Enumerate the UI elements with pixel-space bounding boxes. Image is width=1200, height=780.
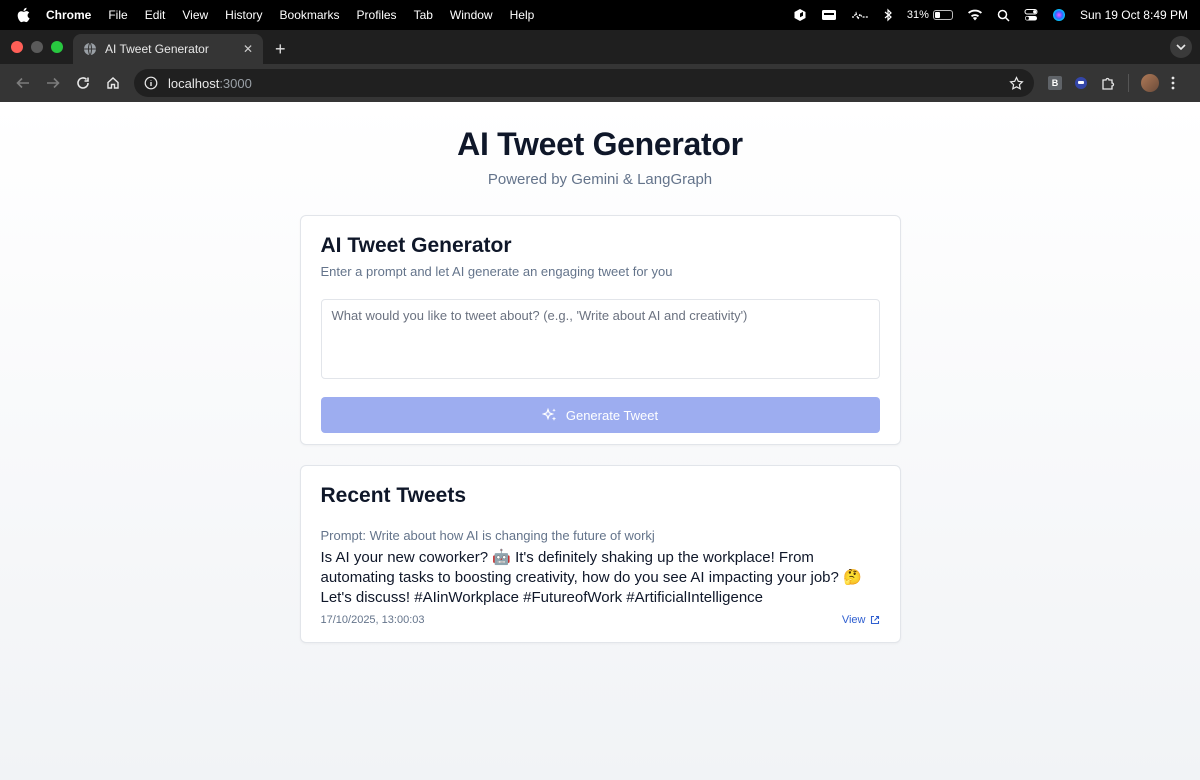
menu-tab[interactable]: Tab	[414, 8, 433, 22]
view-tweet-label: View	[841, 614, 866, 626]
arrow-right-icon	[47, 77, 60, 89]
macos-menubar: Chrome File Edit View History Bookmarks …	[0, 0, 1200, 30]
toolbar-divider	[1128, 74, 1129, 92]
prompt-input[interactable]	[320, 299, 880, 379]
sparkles-icon	[541, 407, 557, 421]
recent-tweets-card: Recent Tweets Prompt: Write about how AI…	[299, 465, 901, 643]
menu-chrome[interactable]: Chrome	[46, 8, 91, 22]
page-title: AI Tweet Generator	[457, 126, 743, 162]
new-tab-button[interactable]: +	[275, 40, 286, 58]
view-tweet-link[interactable]: View	[842, 614, 880, 626]
menu-bookmarks[interactable]: Bookmarks	[280, 8, 340, 22]
menu-view[interactable]: View	[182, 8, 208, 22]
back-button[interactable]	[8, 68, 38, 98]
generator-title: AI Tweet Generator	[320, 234, 512, 257]
chevron-down-icon	[1176, 44, 1186, 50]
extensions-area: B	[1048, 74, 1175, 92]
page-subtitle: Powered by Gemini & LangGraph	[487, 171, 713, 188]
battery-percent: 31%	[906, 9, 929, 21]
bluetooth-icon[interactable]	[883, 8, 893, 22]
window-controls	[0, 41, 73, 64]
bookmark-star-icon[interactable]	[1009, 75, 1024, 91]
close-window-button[interactable]	[11, 41, 23, 53]
generate-tweet-label: Generate Tweet	[565, 407, 659, 423]
home-button[interactable]	[98, 68, 128, 98]
site-info-icon[interactable]	[144, 76, 158, 90]
screen-icon[interactable]	[821, 9, 837, 21]
battery-icon	[932, 10, 953, 20]
url-port: :3000	[219, 75, 252, 91]
browser-toolbar: localhost:3000 B	[0, 64, 1200, 102]
reload-button[interactable]	[68, 68, 98, 98]
more-options-icon[interactable]	[1171, 76, 1175, 90]
puzzle-icon[interactable]	[1100, 75, 1116, 91]
spotlight-search-icon[interactable]	[997, 9, 1010, 22]
menu-history[interactable]: History	[225, 8, 262, 22]
menubar-status-area: 31% Sun 19 Oct 8:49 PM	[793, 8, 1188, 22]
tab-ai-tweet-generator[interactable]: AI Tweet Generator ✕	[73, 34, 263, 64]
menu-help[interactable]: Help	[510, 8, 535, 22]
reload-icon	[77, 77, 89, 89]
menu-edit[interactable]: Edit	[145, 8, 166, 22]
generator-card: AI Tweet Generator Enter a prompt and le…	[299, 215, 901, 445]
menu-profiles[interactable]: Profiles	[357, 8, 397, 22]
tweet-item: Prompt: Write about how AI is changing t…	[321, 528, 880, 626]
arrow-left-icon	[16, 77, 29, 89]
tab-title: AI Tweet Generator	[105, 42, 209, 56]
extension-chat-icon[interactable]	[1074, 76, 1088, 90]
extension-b-icon[interactable]: B	[1048, 76, 1062, 90]
browser-tabstrip: AI Tweet Generator ✕ +	[0, 30, 1200, 64]
battery-indicator[interactable]: 31%	[907, 9, 953, 21]
box-icon[interactable]	[793, 8, 807, 22]
profile-avatar[interactable]	[1141, 74, 1159, 92]
apple-icon[interactable]	[16, 7, 30, 23]
siri-icon[interactable]	[1052, 8, 1066, 22]
home-icon	[107, 77, 119, 89]
menu-window[interactable]: Window	[450, 8, 493, 22]
minimize-window-button[interactable]	[31, 41, 43, 53]
menu-file[interactable]: File	[108, 8, 127, 22]
tweet-text: Is AI your new coworker? 🤖 It's definite…	[320, 549, 862, 606]
forward-button[interactable]	[38, 68, 68, 98]
generator-description: Enter a prompt and let AI generate an en…	[320, 264, 673, 279]
close-tab-icon[interactable]: ✕	[243, 42, 253, 56]
generate-tweet-button[interactable]: Generate Tweet	[320, 397, 880, 433]
activity-icon[interactable]	[851, 10, 869, 20]
tab-search-button[interactable]	[1170, 36, 1192, 58]
tweet-meta: 17/10/2025, 13:00:03 View	[321, 614, 880, 626]
menubar-clock[interactable]: Sun 19 Oct 8:49 PM	[1080, 8, 1188, 22]
external-link-icon	[870, 615, 879, 625]
tweet-timestamp: 17/10/2025, 13:00:03	[320, 614, 425, 626]
maximize-window-button[interactable]	[51, 41, 63, 53]
page-content: AI Tweet Generator Powered by Gemini & L…	[0, 102, 1200, 780]
globe-icon	[84, 42, 96, 56]
address-bar[interactable]: localhost:3000	[134, 69, 1034, 97]
recent-tweets-title: Recent Tweets	[320, 484, 467, 507]
tweet-prompt: Prompt: Write about how AI is changing t…	[320, 528, 655, 543]
url-host: localhost	[168, 75, 220, 91]
control-center-icon[interactable]	[1024, 8, 1038, 22]
wifi-icon[interactable]	[967, 9, 983, 21]
